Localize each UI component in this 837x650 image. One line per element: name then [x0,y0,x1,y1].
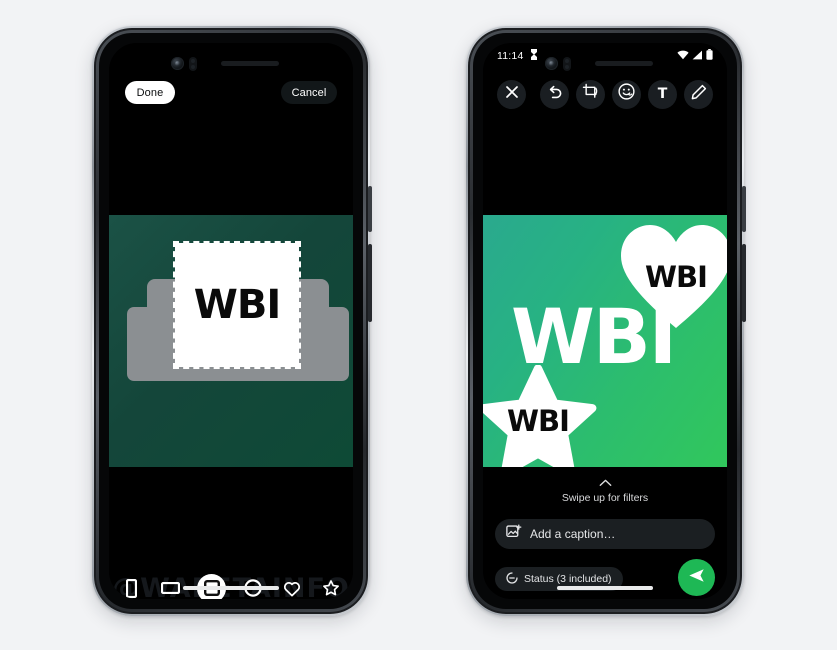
sticker-star-label: WBI [507,404,570,438]
sticker-button[interactable] [612,79,641,109]
home-indicator-right[interactable] [557,586,653,590]
edit-toolbar[interactable]: T [483,69,727,119]
done-button[interactable]: Done [125,81,175,104]
caption-input[interactable]: Add a caption… [495,519,715,549]
send-row: Status (3 included) [495,559,715,597]
front-camera-icon [171,57,184,70]
status-chip-label: Status (3 included) [524,573,612,585]
cancel-button[interactable]: Cancel [281,81,337,104]
add-photo-icon[interactable] [506,524,522,544]
shape-option-star[interactable] [318,576,343,600]
wifi-icon [677,50,689,63]
sticker-heart-label: WBI [645,260,708,294]
phone-screen-left: Done Cancel WBI @WABETAINFO [109,43,353,599]
status-bar-icons [677,49,713,63]
editor-bottom-bar: @WABETAINFO [109,467,353,599]
screenshot-canvas: Done Cancel WBI @WABETAINFO [0,0,837,650]
chevron-up-icon [599,479,612,489]
send-icon [688,567,705,589]
shape-selector-bar[interactable] [109,571,353,599]
shape-option-heart[interactable] [279,576,304,600]
crop-rotate-icon [582,83,599,105]
filters-hint-label: Swipe up for filters [561,491,649,504]
phone-bezel: Done Cancel WBI @WABETAINFO [99,33,363,609]
home-indicator-left[interactable] [183,586,279,590]
phone-screen-right: 11:14 T WBI WBI WBI Swipe up for filters… [483,43,727,599]
undo-icon [547,85,563,104]
signal-icon [692,50,703,63]
volume-button-2[interactable] [742,244,746,322]
sticker-star[interactable]: WBI [483,364,597,467]
crop-canvas[interactable]: WBI [109,215,353,467]
caption-placeholder: Add a caption… [530,527,616,541]
battery-icon [706,49,713,63]
star-icon [322,579,340,597]
front-sensors [109,55,353,73]
close-button[interactable] [497,79,526,109]
rect-landscape-icon [161,582,180,594]
draw-button[interactable] [684,79,713,109]
status-bar-time: 11:14 [497,50,524,62]
editor-top-bar: Done Cancel [109,43,353,215]
undo-button[interactable] [540,79,569,109]
power-button-2[interactable] [742,186,746,232]
alarm-icon [530,49,538,63]
rect-portrait-icon [126,578,137,598]
text-button[interactable]: T [648,79,677,109]
send-button[interactable] [678,559,715,596]
pencil-icon [691,84,707,105]
status-ring-icon [506,571,518,587]
heart-icon [283,580,301,597]
crop-selection-label: WBI [193,282,281,328]
close-icon [505,85,519,104]
phone-bezel-2: 11:14 T WBI WBI WBI Swipe up for filters… [473,33,737,609]
status-bar: 11:14 [483,43,727,69]
filters-hint[interactable]: Swipe up for filters [483,467,727,515]
photo-preview[interactable]: WBI WBI WBI [483,215,727,467]
sticker-emoji-icon [618,83,635,105]
text-icon: T [657,86,668,102]
crop-selection-square[interactable]: WBI [173,241,301,369]
proximity-sensor-icon [189,57,197,71]
phone-right: 11:14 T WBI WBI WBI Swipe up for filters… [466,26,746,616]
earpiece-speaker [221,61,279,66]
phone-left: Done Cancel WBI @WABETAINFO [92,26,372,616]
crop-rotate-button[interactable] [576,79,605,109]
volume-button[interactable] [368,244,372,322]
sticker-heart[interactable]: WBI [619,223,727,331]
shape-option-tall-rectangle[interactable] [119,576,144,600]
power-button[interactable] [368,186,372,232]
shape-option-wide-rectangle[interactable] [158,576,183,600]
